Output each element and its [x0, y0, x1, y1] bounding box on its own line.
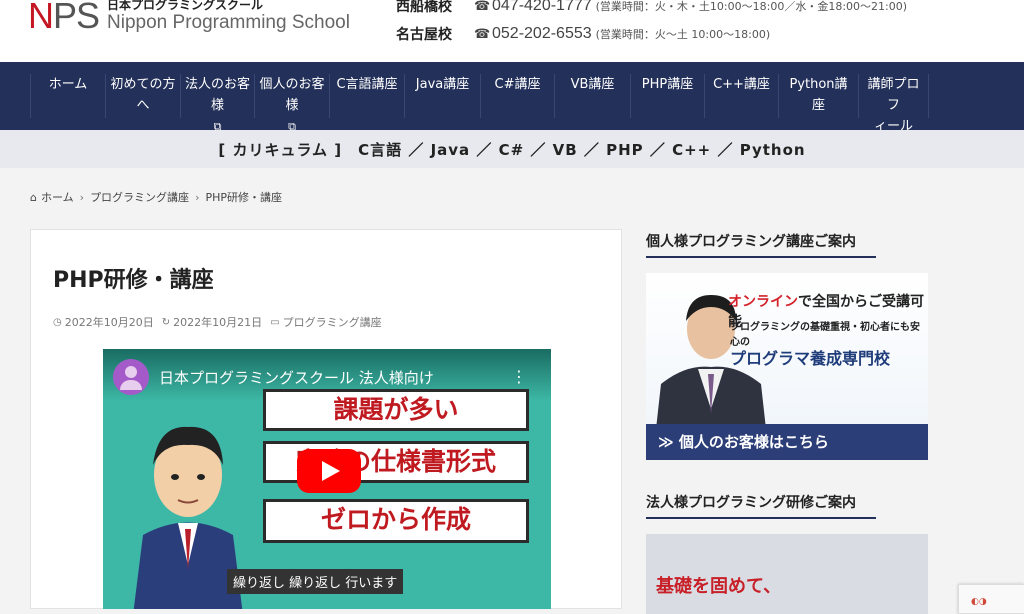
channel-avatar[interactable] — [113, 359, 149, 395]
campus-contacts: 西船橋校 ☎ 047-420-1777 (営業時間：火・木・土10:00～18:… — [396, 0, 907, 48]
folder-icon: ▭ — [270, 316, 280, 328]
heading-underline — [646, 256, 876, 258]
breadcrumb-category[interactable]: プログラミング講座 — [90, 189, 189, 205]
nav-item-individual[interactable]: 個人のお客様 ⧉ — [255, 74, 330, 133]
individual-cta-button[interactable]: ≫ 個人のお客様はこちら — [646, 424, 928, 460]
site-logo[interactable]: NPS 日本プログラミングスクール Nippon Programming Sch… — [28, 0, 350, 36]
banner-subline: プログラミングの基礎重視・初心者にも安心の — [730, 322, 920, 348]
heading-underline — [646, 517, 876, 519]
nav-item-home[interactable]: ホーム — [30, 74, 106, 118]
main-nav: ホーム 初めての方へ 法人のお客様 ⧉ 個人のお客様 ⧉ C言語講座 Java講… — [0, 62, 1024, 134]
logo-japanese: 日本プログラミングスクール — [107, 0, 264, 12]
nav-item-java[interactable]: Java講座 — [405, 74, 481, 118]
logo-text: 日本プログラミングスクール Nippon Programming School — [107, 0, 350, 34]
phone-number[interactable]: 052-202-6553 — [492, 25, 592, 43]
phone-icon: ☎ — [474, 26, 491, 42]
site-header: NPS 日本プログラミングスクール Nippon Programming Sch… — [0, 0, 1024, 62]
article-meta: ◷ 2022年10月20日 ↻ 2022年10月21日 ▭ プログラミング講座 — [53, 314, 382, 330]
banner-school-type: プログラマ養成専門校 — [730, 349, 891, 368]
page-title: PHP研修・講座 — [53, 268, 214, 293]
published-date: 2022年10月20日 — [64, 316, 154, 329]
nav-item-c[interactable]: C言語講座 — [330, 74, 405, 118]
corporate-training-banner[interactable]: 基礎を固めて、 — [646, 534, 928, 614]
nav-item-csharp[interactable]: C#講座 — [481, 74, 555, 118]
nav-item-vb[interactable]: VB講座 — [555, 74, 631, 118]
nav-item-instructor[interactable]: 講師プロフ ィール — [859, 74, 929, 134]
recaptcha-icon: ◐◑ — [971, 597, 987, 607]
nav-item-corporate[interactable]: 法人のお客様 ⧉ — [181, 74, 255, 133]
logo-mark: NPS — [28, 0, 100, 36]
phone-number[interactable]: 047-420-1777 — [492, 0, 592, 15]
play-button-icon[interactable] — [297, 449, 361, 493]
contact-nishifunabashi: 西船橋校 ☎ 047-420-1777 (営業時間：火・木・土10:00～18:… — [396, 0, 907, 20]
contact-nagoya: 名古屋校 ☎ 052-202-6553 (営業時間：火～土 10:00～18:0… — [396, 20, 907, 48]
banner-headline: 基礎を固めて、 — [656, 576, 782, 597]
nav-item-php[interactable]: PHP講座 — [631, 74, 705, 118]
logo-english: Nippon Programming School — [107, 12, 350, 33]
video-title[interactable]: 日本プログラミングスクール 法人様向け — [159, 367, 434, 388]
home-icon: ⌂ — [30, 190, 37, 204]
video-text-box: ゼロから作成 — [263, 499, 529, 543]
nav-item-python[interactable]: Python講座 — [779, 74, 859, 118]
video-text-box: 課題が多い — [263, 389, 529, 431]
breadcrumb: ⌂ ホーム › プログラミング講座 › PHP研修・講座 — [30, 189, 282, 205]
recaptcha-badge[interactable]: ◐◑ — [958, 584, 1024, 614]
breadcrumb-current: PHP研修・講座 — [205, 191, 283, 204]
article-card: PHP研修・講座 ◷ 2022年10月20日 ↻ 2022年10月21日 ▭ プ… — [30, 229, 622, 609]
campus-name: 名古屋校 — [396, 27, 452, 43]
nav-item-beginners[interactable]: 初めての方へ — [106, 74, 181, 118]
sidebar-heading-individual: 個人様プログラミング講座ご案内 — [646, 234, 856, 250]
individual-course-banner[interactable]: オンラインで全国からご受講可能 プログラミングの基礎重視・初心者にも安心の プロ… — [646, 273, 928, 460]
campus-name: 西船橋校 — [396, 0, 452, 15]
article-category[interactable]: プログラミング講座 — [283, 314, 382, 330]
nav-item-cpp[interactable]: C++講座 — [705, 74, 779, 118]
clock-icon: ◷ — [53, 316, 62, 328]
chevron-right-icon: › — [79, 190, 85, 204]
curriculum-bar[interactable]: [ カリキュラム ] C言語 ／ Java ／ C# ／ VB ／ PHP ／ … — [0, 130, 1024, 168]
more-vertical-icon[interactable]: ⋮ — [511, 367, 527, 386]
phone-icon: ☎ — [474, 0, 491, 14]
chevron-right-icon: › — [195, 190, 200, 204]
sidebar-heading-corporate: 法人様プログラミング研修ご案内 — [646, 495, 856, 511]
refresh-icon: ↻ — [161, 316, 171, 328]
breadcrumb-home[interactable]: ホーム — [41, 189, 74, 205]
video-embed[interactable]: 日本プログラミングスクール 法人様向け ⋮ 課題が多い 実務の仕様書形式 ゼロか… — [103, 349, 551, 609]
video-caption: 繰り返し 繰り返し 行います — [227, 569, 404, 594]
updated-date: 2022年10月21日 — [173, 316, 263, 329]
business-hours: (営業時間：火・木・土10:00～18:00／水・金18:00～21:00) — [595, 0, 908, 13]
business-hours: (営業時間：火～土 10:00～18:00) — [595, 28, 771, 41]
